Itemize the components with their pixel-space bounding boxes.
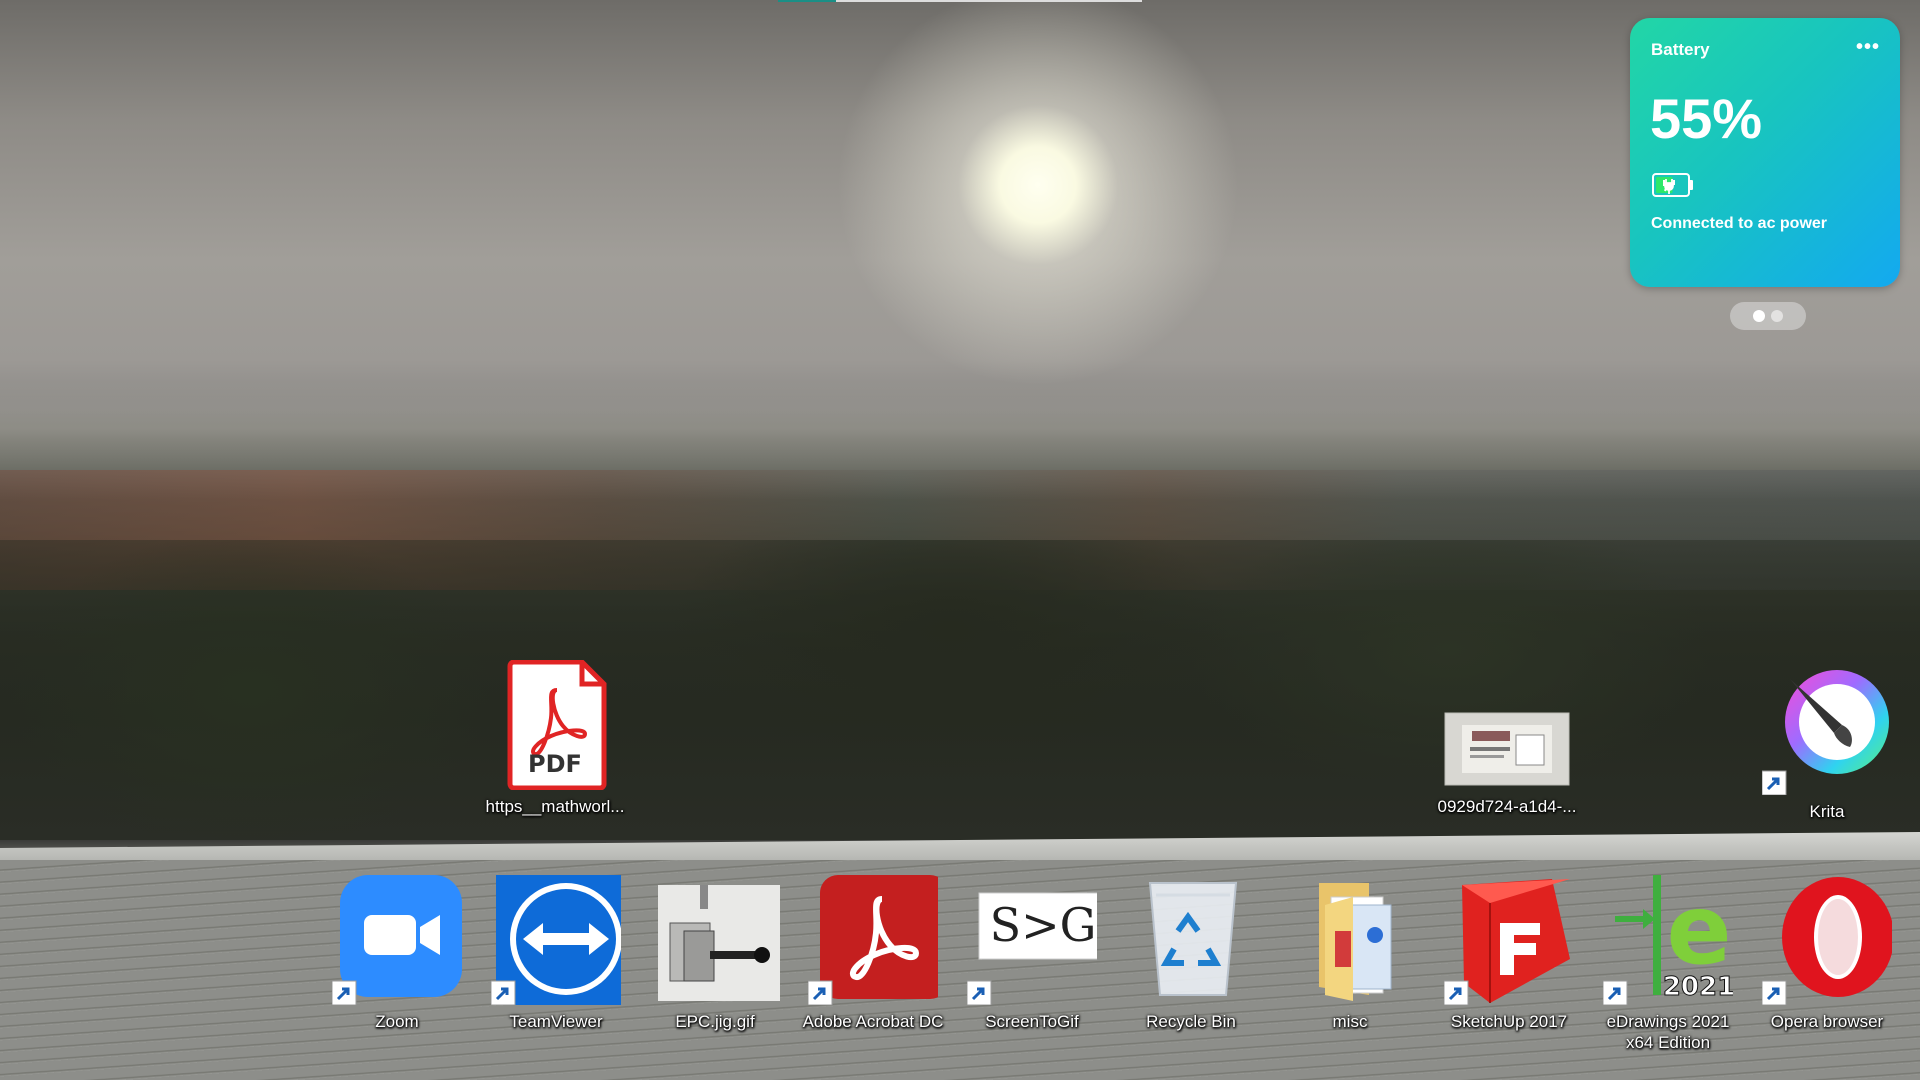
desktop-icon-teamviewer[interactable]: TeamViewer: [481, 871, 636, 1032]
battery-percent: 55%: [1650, 87, 1763, 150]
desktop-icon-recycle-bin[interactable]: Recycle Bin: [1116, 875, 1266, 1032]
icon-label: Adobe Acrobat DC: [802, 1012, 944, 1031]
icon-label: misc: [1332, 1012, 1368, 1031]
opera-icon: [1761, 875, 1894, 1006]
icon-label: Opera browser: [1770, 1012, 1884, 1031]
desktop-icon-screentogif[interactable]: S>G ScreenToGif: [957, 875, 1108, 1032]
folder-icon: [1285, 875, 1415, 1005]
svg-text:PDF: PDF: [528, 750, 582, 778]
acrobat-icon: [807, 875, 948, 1006]
battery-charging-icon: [1652, 173, 1693, 197]
pdf-file-icon: PDF: [490, 659, 620, 791]
more-options-button[interactable]: •••: [1856, 36, 1880, 59]
image-thumbnail-icon: [1442, 695, 1572, 790]
top-progress-fill: [778, 0, 837, 2]
edrawings-year-text: 2021: [1663, 972, 1733, 1002]
top-progress-bar: [778, 0, 1142, 2]
widget-title: Battery: [1651, 40, 1710, 59]
wallpaper-trees: [0, 540, 1920, 840]
icon-label: Recycle Bin: [1146, 1012, 1236, 1031]
recycle-bin-icon: [1126, 875, 1256, 1005]
icon-label: SketchUp 2017: [1450, 1012, 1568, 1031]
screentogif-logo-text: S>G: [990, 898, 1097, 952]
desktop-icon-opera[interactable]: Opera browser: [1752, 875, 1902, 1032]
icon-label: 0929d724-a1d4-...: [1437, 797, 1577, 816]
edrawings-icon: e 2021: [1602, 874, 1736, 1006]
desktop-icon-image-file[interactable]: 0929d724-a1d4-...: [1432, 695, 1582, 817]
pager-dot-active[interactable]: [1753, 310, 1765, 322]
screentogif-icon: S>G: [966, 875, 1108, 1006]
desktop-icon-edrawings[interactable]: e 2021 eDrawings 2021 x64 Edition: [1593, 874, 1743, 1053]
pager-dot[interactable]: [1771, 310, 1783, 322]
icon-label: ScreenToGif: [985, 1012, 1079, 1031]
desktop-icon-pdf-file[interactable]: PDF https__mathworl...: [480, 659, 630, 817]
widget-pager[interactable]: [1730, 302, 1806, 330]
gif-thumbnail-icon: [650, 875, 782, 1005]
charging-status: Connected to ac power: [1651, 215, 1828, 232]
zoom-icon: [331, 875, 462, 1006]
icon-label: Zoom: [375, 1012, 419, 1031]
icon-label: TeamViewer: [509, 1012, 603, 1031]
desktop-icon-zoom[interactable]: Zoom: [322, 875, 472, 1032]
icon-label: Krita: [1809, 802, 1845, 821]
desktop-icon-sketchup[interactable]: SketchUp 2017: [1434, 875, 1584, 1032]
icon-label-line2: x64 Edition: [1625, 1033, 1711, 1052]
icon-label: EPC.jig.gif: [675, 1012, 755, 1031]
desktop-icon-krita[interactable]: Krita: [1752, 665, 1902, 822]
desktop-icon-acrobat[interactable]: Adobe Acrobat DC: [798, 875, 948, 1032]
battery-widget[interactable]: Battery ••• 55% Connected to ac power: [1630, 18, 1900, 287]
icon-label-line1: eDrawings 2021: [1606, 1012, 1730, 1031]
icon-label: eDrawings 2021 x64 Edition: [1593, 1011, 1743, 1053]
krita-icon: [1761, 665, 1892, 796]
desktop-icon-epc-jig[interactable]: EPC.jig.gif: [640, 875, 790, 1032]
desktop-icon-misc-folder[interactable]: misc: [1275, 875, 1425, 1032]
svg-text:e: e: [1666, 875, 1731, 986]
sketchup-icon: [1443, 875, 1574, 1006]
teamviewer-icon: [490, 871, 636, 1007]
icon-label: https__mathworl...: [485, 797, 625, 816]
